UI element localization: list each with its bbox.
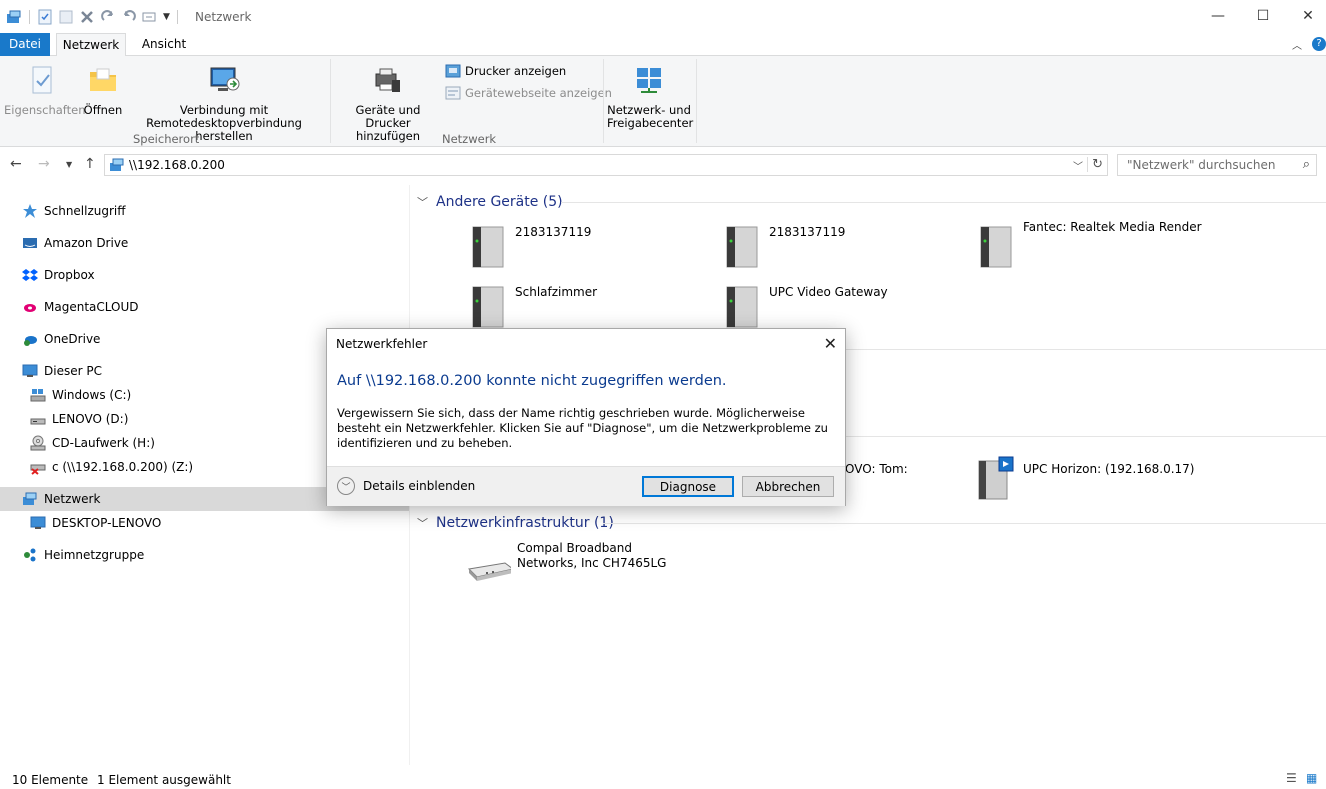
minimize-button[interactable]: —	[1195, 0, 1241, 32]
tiles-view-icon[interactable]: ▦	[1306, 771, 1317, 785]
tab-datei[interactable]: Datei	[0, 33, 50, 56]
search-icon[interactable]: ⌕	[1303, 157, 1310, 172]
cancel-button[interactable]: Abbrechen	[742, 476, 834, 497]
router-tile[interactable]: Compal Broadband Networks, Inc CH7465LG	[463, 541, 703, 591]
device-tile[interactable]: 2183137119	[469, 225, 709, 275]
address-dropdown-icon[interactable]: ﹀	[1073, 158, 1083, 173]
close-button[interactable]: ✕	[1285, 0, 1326, 32]
search-input[interactable]: "Netzwerk" durchsuchen ⌕	[1117, 154, 1317, 176]
media-device-icon	[472, 226, 504, 268]
group-label-speicherort: Speicherort	[133, 132, 200, 146]
sidebar-item-desktop-lenovo[interactable]: DESKTOP-LENOVO	[0, 511, 409, 535]
delete-icon[interactable]	[79, 9, 95, 25]
network-location-icon	[110, 158, 124, 171]
media-device-icon	[472, 286, 504, 328]
add-devices-button[interactable]: Geräte und Drucker hinzufügen	[335, 64, 441, 143]
status-bar: 10 Elemente 1 Element ausgewählt ☰ ▦	[0, 768, 1326, 789]
group-header-other-devices[interactable]: ﹀ Andere Geräte (5)	[417, 192, 563, 212]
media-device-icon	[980, 226, 1012, 268]
sidebar-item-magentacloud[interactable]: MagentaCLOUD	[0, 295, 409, 319]
help-icon[interactable]: ?	[1312, 37, 1326, 51]
network-sharing-center-icon	[637, 68, 661, 93]
media-device-tile[interactable]: UPC Horizon: (192.168.0.17)	[977, 455, 1217, 505]
media-device-icon	[726, 226, 758, 268]
pc-icon	[22, 364, 38, 377]
details-view-icon[interactable]: ☰	[1286, 771, 1297, 785]
network-icon	[23, 492, 37, 505]
address-row: ← → ▼ ↑ \\192.168.0.200 ﹀ ↻ "Netzwerk" d…	[0, 148, 1326, 182]
refresh-icon[interactable]: ↻	[1087, 157, 1103, 172]
chevron-down-icon: ﹀	[417, 196, 428, 209]
device-tile[interactable]: 2183137119	[723, 225, 963, 275]
sidebar-item-heimnetzgruppe[interactable]: Heimnetzgruppe	[0, 543, 409, 567]
undo-icon[interactable]	[121, 9, 137, 25]
homegroup-icon	[24, 548, 36, 562]
network-drive-disconnected-icon	[30, 464, 46, 475]
collapse-ribbon-icon[interactable]: ︿	[1292, 37, 1302, 52]
sidebar-item-dropbox[interactable]: Dropbox	[0, 263, 409, 287]
new-folder-icon[interactable]	[58, 9, 74, 25]
item-count: 10 Elemente	[12, 773, 89, 787]
title-bar: ▼ Netzwerk — ☐ ✕	[0, 0, 1326, 33]
show-printers-button[interactable]: Drucker anzeigen	[445, 63, 566, 79]
properties-icon	[32, 66, 52, 94]
chevron-down-icon: ﹀	[417, 517, 428, 530]
address-bar[interactable]: \\192.168.0.200 ﹀ ↻	[104, 154, 1108, 176]
window-title: Netzwerk	[195, 10, 252, 24]
ribbon-tabs: Datei Netzwerk Ansicht ︿ ?	[0, 33, 1326, 57]
webpage-icon	[445, 86, 461, 100]
onedrive-icon	[24, 336, 37, 346]
sidebar-item-amazon-drive[interactable]: Amazon Drive	[0, 231, 409, 255]
recent-locations-icon[interactable]: ▼	[66, 160, 72, 169]
address-path: \\192.168.0.200	[129, 158, 225, 172]
magentacloud-icon	[24, 304, 36, 312]
forward-arrow-icon[interactable]: →	[38, 156, 50, 172]
cd-drive-icon	[30, 435, 46, 451]
network-folder-icon	[7, 10, 21, 23]
group-header-infrastructure[interactable]: ﹀ Netzwerkinfrastruktur (1)	[417, 513, 614, 533]
dialog-title: Netzwerkfehler	[336, 337, 428, 351]
dialog-message: Vergewissern Sie sich, dass der Name ric…	[337, 406, 828, 450]
sidebar-item-schnellzugriff[interactable]: Schnellzugriff	[0, 199, 409, 223]
folder-open-icon	[90, 68, 116, 91]
maximize-button[interactable]: ☐	[1240, 0, 1286, 32]
amazon-drive-icon	[23, 238, 37, 248]
network-center-button[interactable]: Netzwerk- und Freigabecenter	[607, 64, 693, 130]
printers-folder-icon	[445, 64, 461, 78]
show-details-toggle[interactable]: ﹀ Details einblenden	[337, 477, 475, 495]
tab-ansicht[interactable]: Ansicht	[133, 33, 195, 56]
media-server-icon	[978, 456, 1014, 500]
device-tile[interactable]: Fantec: Realtek Media Render	[977, 220, 1217, 270]
remote-desktop-icon	[210, 67, 240, 91]
dialog-heading: Auf \\192.168.0.200 konnte nicht zugegri…	[337, 373, 727, 389]
devices-printers-icon	[375, 68, 400, 92]
diagnose-button[interactable]: Diagnose	[642, 476, 734, 497]
dialog-close-button[interactable]: ✕	[824, 334, 837, 353]
customize-quick-access-icon[interactable]: ▼	[163, 12, 170, 22]
selection-count: 1 Element ausgewählt	[97, 773, 231, 787]
quick-access-toolbar: ▼	[6, 9, 180, 25]
network-error-dialog: Netzwerkfehler ✕ Auf \\192.168.0.200 kon…	[326, 328, 846, 506]
tab-netzwerk[interactable]: Netzwerk	[56, 33, 126, 57]
properties-icon[interactable]	[37, 9, 53, 25]
windows-drive-icon	[30, 389, 46, 402]
router-icon	[467, 562, 511, 581]
properties-button[interactable]: Eigenschaften	[4, 64, 86, 117]
drive-icon	[30, 418, 46, 425]
star-icon	[23, 204, 37, 218]
back-arrow-icon[interactable]: ←	[10, 156, 22, 172]
rename-icon[interactable]	[142, 9, 158, 25]
ribbon: Eigenschaften Öffnen Verbindung mit Remo…	[0, 56, 1326, 147]
dropbox-icon	[22, 269, 38, 281]
open-button[interactable]: Öffnen	[82, 64, 124, 117]
redo-icon[interactable]	[100, 9, 116, 25]
group-label-netzwerk: Netzwerk	[442, 132, 497, 146]
media-device-icon	[726, 286, 758, 328]
device-webpage-button[interactable]: Gerätewebseite anzeigen	[445, 85, 612, 101]
expand-chevron-icon: ﹀	[337, 477, 355, 495]
dialog-footer: ﹀ Details einblenden Diagnose Abbrechen	[327, 466, 845, 506]
computer-icon	[30, 516, 46, 529]
up-arrow-icon[interactable]: ↑	[84, 156, 96, 172]
